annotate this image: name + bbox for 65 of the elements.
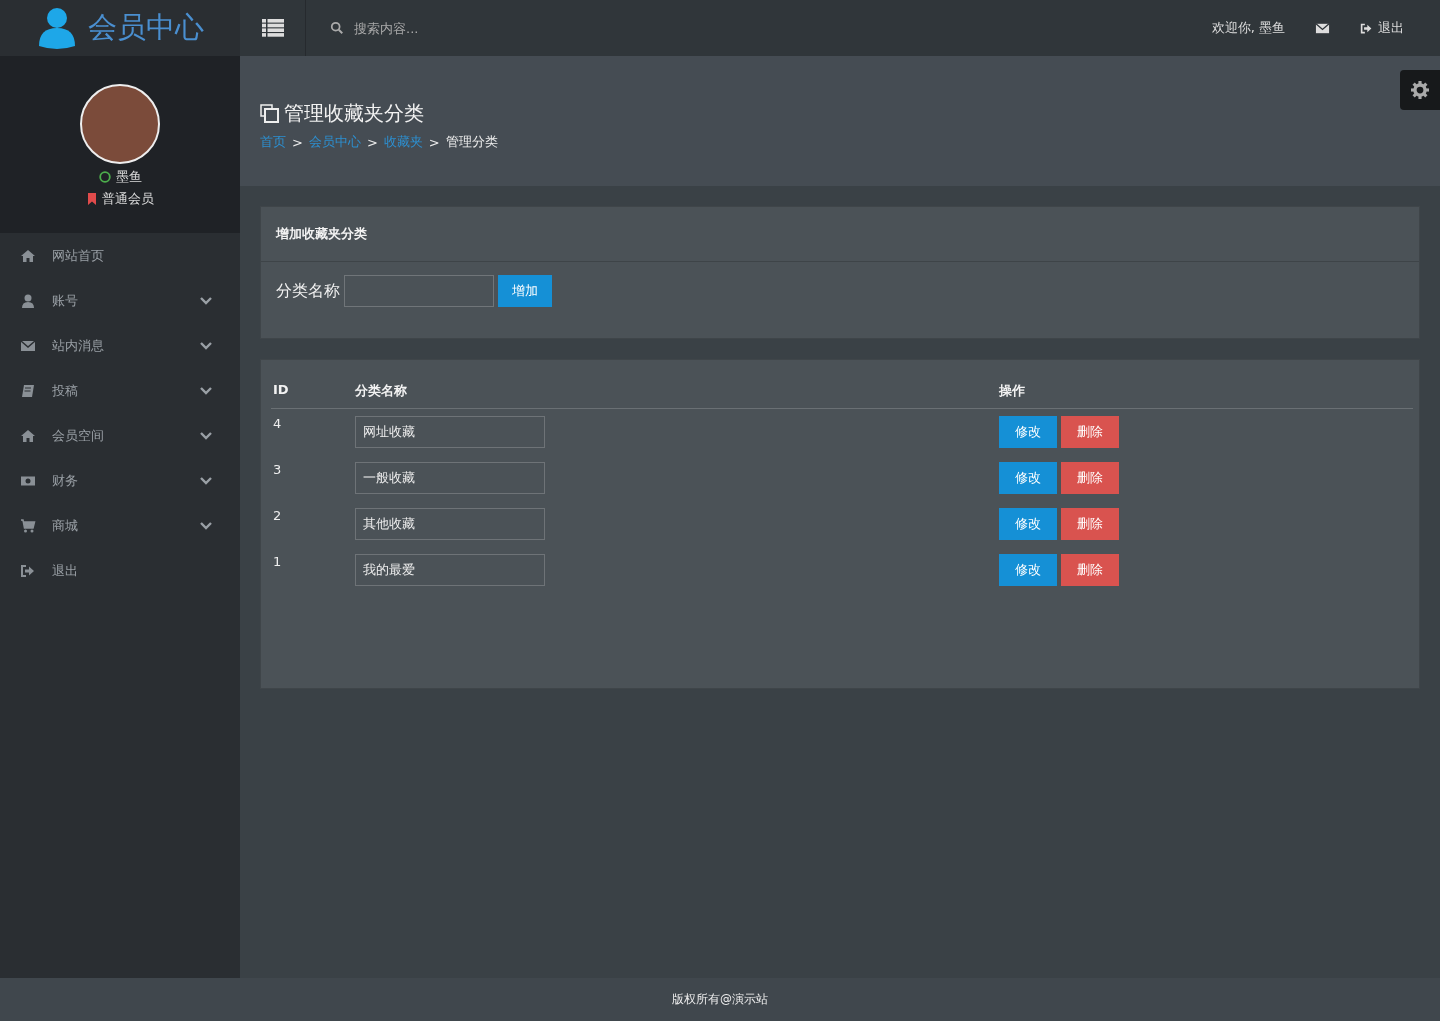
- copy-icon: [260, 103, 280, 124]
- home-icon: [20, 427, 36, 444]
- column-header: ID: [271, 370, 353, 409]
- table-cell-text: 3: [272, 461, 283, 479]
- breadcrumb-separator: >: [428, 134, 440, 150]
- panel-title: 增加收藏夹分类: [261, 207, 1419, 262]
- logout-link[interactable]: 退出: [1360, 19, 1404, 37]
- edit-button[interactable]: 修改: [999, 416, 1057, 448]
- breadcrumb-current: 管理分类: [445, 133, 498, 151]
- sidebar-item[interactable]: 会员空间: [0, 413, 240, 458]
- breadcrumb-separator: >: [292, 134, 303, 150]
- input-field[interactable]: [344, 275, 494, 307]
- chevron-down-icon: [200, 341, 212, 350]
- sidebar-item[interactable]: 财务: [0, 458, 240, 503]
- brand-title: 会员中心: [88, 9, 204, 46]
- book-icon: [20, 382, 36, 399]
- add-button[interactable]: 增加: [498, 275, 552, 307]
- field-label: 分类名称: [276, 280, 340, 302]
- page-title: 管理收藏夹分类: [284, 100, 424, 127]
- input-field[interactable]: 我的最爱: [355, 554, 545, 586]
- mail-button[interactable]: [1315, 20, 1330, 36]
- user-name: 墨鱼: [115, 168, 142, 186]
- welcome-text: 欢迎你, 墨鱼: [1211, 19, 1285, 37]
- sidebar-item[interactable]: 退出: [0, 548, 240, 593]
- chevron-down-icon: [200, 386, 212, 395]
- sidebar-item[interactable]: 账号: [0, 278, 240, 323]
- chevron-down-icon: [200, 431, 212, 440]
- envelope-icon: [1315, 20, 1330, 36]
- column-header: 操作: [997, 370, 1413, 409]
- cart-icon: [20, 517, 36, 534]
- column-header: 分类名称: [353, 370, 997, 409]
- table-cell-text: 2: [272, 507, 283, 525]
- list-icon: [261, 19, 284, 37]
- delete-button[interactable]: 删除: [1061, 554, 1119, 586]
- settings-button[interactable]: [1400, 70, 1440, 110]
- delete-button[interactable]: 删除: [1061, 508, 1119, 540]
- table-cell-text: 4: [272, 415, 283, 433]
- copyright-text: 版权所有@演示站: [672, 991, 768, 1008]
- sidebar-item[interactable]: 投稿: [0, 368, 240, 413]
- chevron-down-icon: [200, 521, 212, 530]
- edit-button[interactable]: 修改: [999, 508, 1057, 540]
- home-icon: [20, 247, 36, 264]
- input-field[interactable]: 其他收藏: [355, 508, 545, 540]
- input-field[interactable]: 一般收藏: [355, 462, 545, 494]
- search-icon: [330, 21, 344, 35]
- sign-out-icon: [20, 562, 36, 579]
- sidebar-item[interactable]: 商城: [0, 503, 240, 548]
- breadcrumb-separator: >: [366, 134, 378, 150]
- input-field[interactable]: 网址收藏: [355, 416, 545, 448]
- sidebar-item[interactable]: 网站首页: [0, 233, 240, 278]
- search-field[interactable]: 搜索内容...: [352, 19, 556, 37]
- user-icon: [36, 6, 78, 50]
- bookmark-icon: [86, 193, 97, 205]
- sidebar-item[interactable]: 站内消息: [0, 323, 240, 368]
- sign-out-icon: [1360, 21, 1373, 35]
- chevron-down-icon: [200, 476, 212, 485]
- table-cell-text: 1: [272, 553, 283, 571]
- delete-button[interactable]: 删除: [1061, 462, 1119, 494]
- settings-icon: [1411, 81, 1429, 99]
- user-icon: [20, 292, 36, 309]
- edit-button[interactable]: 修改: [999, 462, 1057, 494]
- chevron-down-icon: [200, 296, 212, 305]
- delete-button[interactable]: 删除: [1061, 416, 1119, 448]
- edit-button[interactable]: 修改: [999, 554, 1057, 586]
- member-level: 普通会员: [101, 190, 154, 208]
